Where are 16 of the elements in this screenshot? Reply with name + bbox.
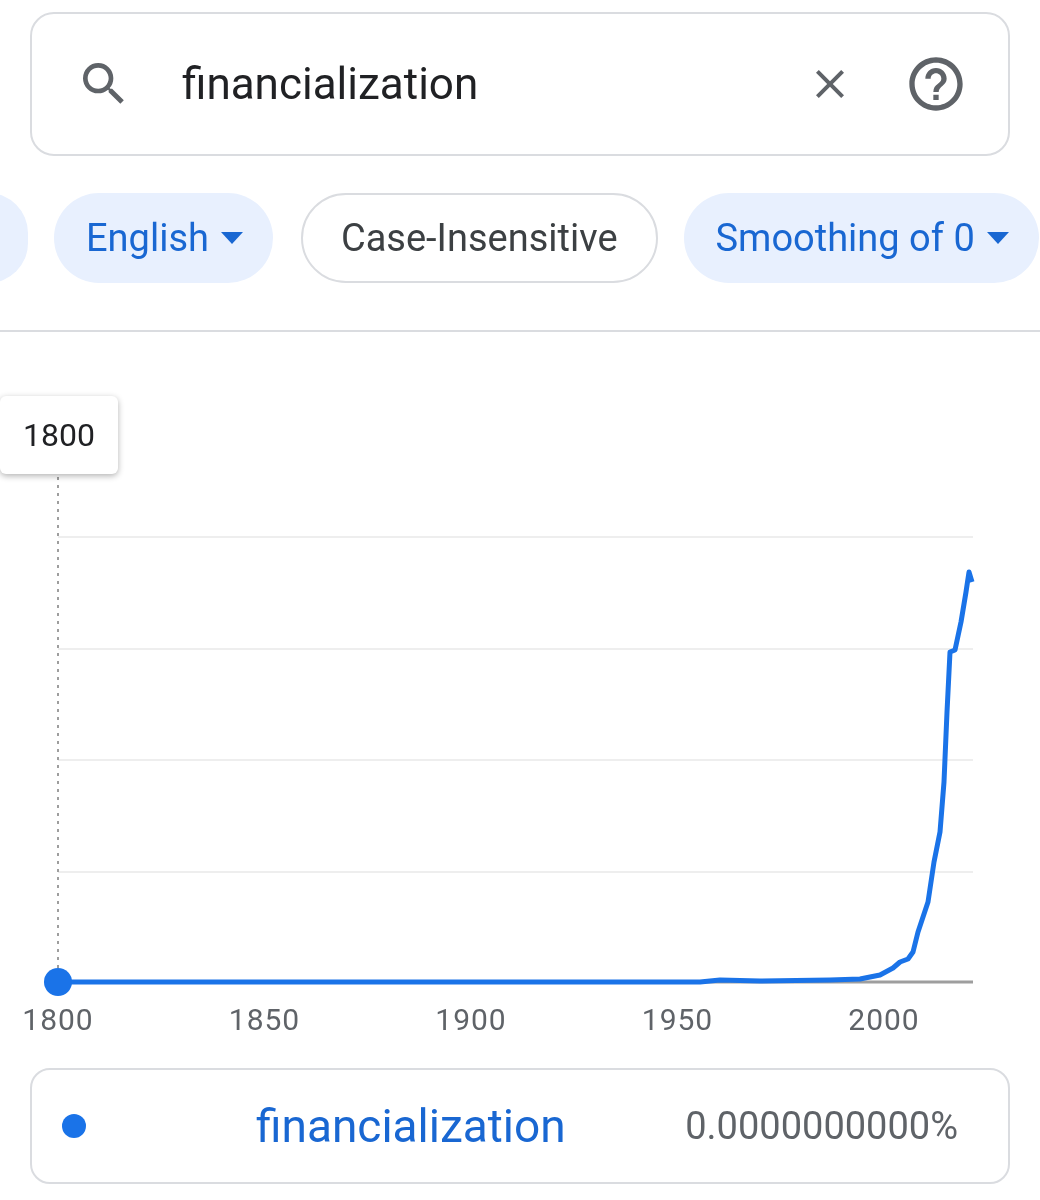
dropdown-chip[interactable]: English: [54, 193, 273, 283]
term-link[interactable]: financialization: [256, 1091, 566, 1161]
search-input[interactable]: financialization: [182, 51, 756, 117]
axis-label: 1800: [22, 1002, 94, 1037]
caret-icon: [220, 232, 243, 244]
hover-point: [44, 968, 72, 996]
axis-label: 1900: [435, 1002, 507, 1037]
axis-label: 2000: [848, 1002, 920, 1037]
search-field[interactable]: financialization: [30, 12, 1010, 156]
toggle-chip[interactable]: Case-Insensitive: [300, 193, 658, 283]
caret-icon: [986, 232, 1009, 244]
frequency-value: 0.0000000000%: [685, 1102, 958, 1150]
axis-label: 1950: [641, 1002, 714, 1037]
year-tooltip: 1800: [0, 396, 118, 474]
dropdown-chip[interactable]: Smoothing of 0: [683, 193, 1039, 283]
axis-label: 1850: [228, 1002, 301, 1037]
